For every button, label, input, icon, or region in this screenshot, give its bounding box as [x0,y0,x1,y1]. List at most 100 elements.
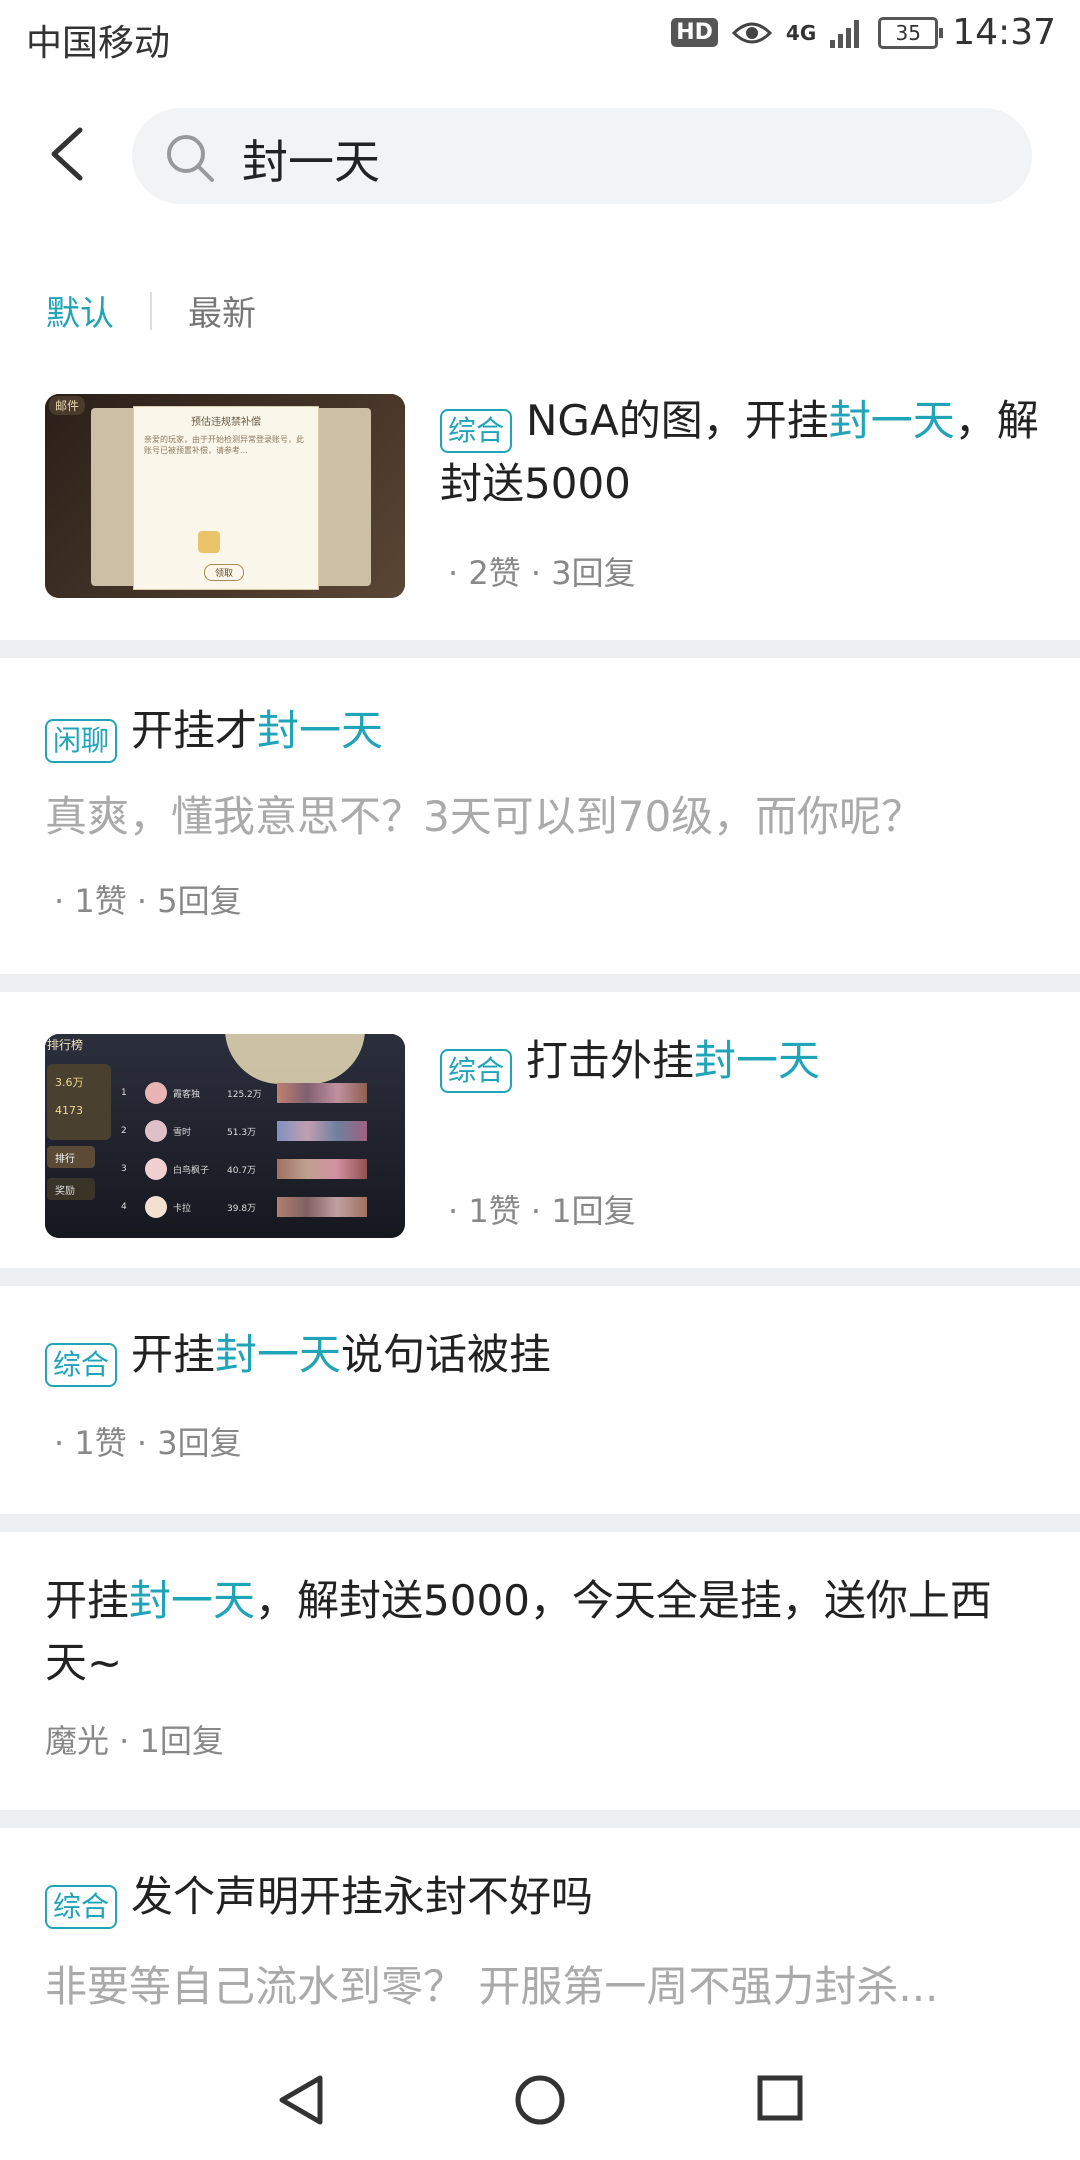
post-tag: 综合 [45,1884,118,1929]
rank-num: 4 [121,1202,127,1212]
separator [0,1268,1080,1286]
stats-panel: 3.6万 4173 [47,1064,111,1140]
rank-num: 1 [121,1088,127,1098]
title-text: NGA的图，开挂 [526,396,829,445]
rank-row: 2 雪时 51.3万 [121,1112,395,1150]
clock: 14:37 [952,12,1056,53]
rank-rows: 1 霞客独 125.2万 2 雪时 51.3万 3 白鸟枫子 40.7万 4 卡拉 39.8万 [121,1074,395,1226]
rank-row: 3 白鸟枫子 40.7万 [121,1150,395,1188]
stat-value: 3.6万 [55,1076,84,1089]
post-meta: · 1赞 · 3回复 [54,1424,242,1462]
tab-default[interactable]: 默认 [46,286,114,335]
network-label: 4G [785,20,817,45]
title-text: 打击外挂 [526,1036,695,1085]
thumb-header: 排行榜 [47,1038,84,1052]
menu-reward: 奖励 [47,1178,95,1200]
home-circle-icon[interactable] [514,2074,566,2126]
post-title: 综合 打击外挂封一天 [440,1030,820,1093]
back-icon[interactable] [46,126,90,182]
avatar [145,1158,167,1180]
carrier-label: 中国移动 [26,23,171,64]
title-highlight: 封一天 [129,1576,256,1625]
post-meta: · 1赞 · 1回复 [448,1192,636,1230]
post-title: 综合 发个声明开挂永封不好吗 [45,1866,593,1929]
title-text: 开挂才 [131,706,258,755]
title-highlight: 封一天 [257,706,384,755]
rank-score: 125.2万 [227,1089,262,1100]
post-item[interactable]: 综合 发个声明开挂永封不好吗 非要等自己流水到零？ 开服第一周不强力封杀... [0,1828,1080,2028]
rank-num: 2 [121,1126,127,1136]
post-excerpt: 真爽，懂我意思不？3天可以到70级，而你呢？ [45,792,924,841]
dialog-body: 亲爱的玩家，由于开始检测异常登录账号，此账号已被预置补偿，请参考... [144,435,304,455]
title-text: 说句话被挂 [341,1330,552,1379]
avatar [145,1082,167,1104]
tab-divider [150,291,152,330]
post-tag: 综合 [440,1048,513,1093]
post-title: 综合 NGA的图，开挂封一天，解封送5000 [440,390,1040,515]
avatar [145,1196,167,1218]
post-title: 闲聊 开挂才封一天 [45,700,383,763]
separator [0,974,1080,992]
post-item[interactable]: 排行榜 3.6万 4173 排行 奖励 1 霞客独 125.2万 2 雪时 51.3万 … [0,992,1080,1268]
post-thumbnail[interactable]: 邮件 预估违规禁补偿 亲爱的玩家，由于开始检测异常登录账号，此账号已被预置补偿，… [45,394,405,598]
title-highlight: 封一天 [828,396,955,445]
post-meta: · 2赞 · 3回复 [448,554,636,592]
eye-icon [731,22,772,43]
title-text: 发个声明开挂永封不好吗 [131,1872,594,1921]
status-bar: 中国移动 HD 4G 35 14:37 [0,0,1080,80]
title-text: 开挂 [45,1576,130,1625]
tab-latest[interactable]: 最新 [188,286,256,335]
post-item[interactable]: 闲聊 开挂才封一天 真爽，懂我意思不？3天可以到70级，而你呢？ · 1赞 · 5… [0,658,1080,974]
title-highlight: 封一天 [215,1330,342,1379]
post-tag: 闲聊 [45,718,118,763]
separator [0,640,1080,658]
post-title: 综合 开挂封一天说句话被挂 [45,1324,551,1387]
team-icons [277,1083,367,1103]
sort-tabs: 默认 最新 [46,286,256,335]
rank-name: 霞客独 [173,1089,201,1100]
stat-value: 4173 [55,1104,83,1117]
separator [0,1514,1080,1532]
rank-row: 4 卡拉 39.8万 [121,1188,395,1226]
post-tag: 综合 [45,1342,118,1387]
rank-score: 40.7万 [227,1165,257,1176]
post-tag: 综合 [440,408,513,453]
rank-row: 1 霞客独 125.2万 [121,1074,395,1112]
post-item[interactable]: 邮件 预估违规禁补偿 亲爱的玩家，由于开始检测异常登录账号，此账号已被预置补偿，… [0,388,1080,640]
system-nav-bar [0,2040,1080,2160]
rank-name: 白鸟枫子 [173,1165,210,1176]
post-excerpt: 非要等自己流水到零？ 开服第一周不强力封杀... [45,1962,939,2011]
team-icons [277,1121,367,1141]
thumb-header: 邮件 [49,396,86,415]
rank-name: 卡拉 [173,1203,192,1214]
title-text: 开挂 [131,1330,216,1379]
battery-icon: 35 [878,16,944,49]
search-icon [167,135,214,182]
team-icons [277,1159,367,1179]
hd-icon: HD [671,18,718,47]
dialog-title: 预估违规禁补偿 [191,417,261,428]
search-query[interactable]: 封一天 [242,126,380,192]
separator [0,1810,1080,1828]
rank-score: 39.8万 [227,1203,257,1214]
menu-rank: 排行 [47,1146,95,1168]
status-icons: HD 4G 35 14:37 [671,12,1056,53]
post-thumbnail[interactable]: 排行榜 3.6万 4173 排行 奖励 1 霞客独 125.2万 2 雪时 51.3万 … [45,1034,405,1238]
post-list: 邮件 预估违规禁补偿 亲爱的玩家，由于开始检测异常登录账号，此账号已被预置补偿，… [0,388,1080,2028]
recent-square-icon[interactable] [756,2074,804,2122]
search-bar[interactable]: 封一天 [132,108,1032,204]
rank-name: 雪时 [173,1127,192,1138]
post-item[interactable]: 开挂封一天，解封送5000，今天全是挂，送你上西天~ 魔光 · 1回复 [0,1532,1080,1810]
rank-num: 3 [121,1164,127,1174]
post-meta: 魔光 · 1回复 [45,1722,224,1760]
dialog-button: 领取 [204,564,245,581]
reward-icon [198,531,220,553]
rank-score: 51.3万 [227,1127,257,1138]
back-triangle-icon[interactable] [276,2074,326,2126]
post-meta: · 1赞 · 5回复 [54,882,242,920]
post-item[interactable]: 综合 开挂封一天说句话被挂 · 1赞 · 3回复 [0,1286,1080,1514]
post-title: 开挂封一天，解封送5000，今天全是挂，送你上西天~ [45,1570,1025,1694]
team-icons [277,1197,367,1217]
avatar [145,1120,167,1142]
title-highlight: 封一天 [694,1036,821,1085]
